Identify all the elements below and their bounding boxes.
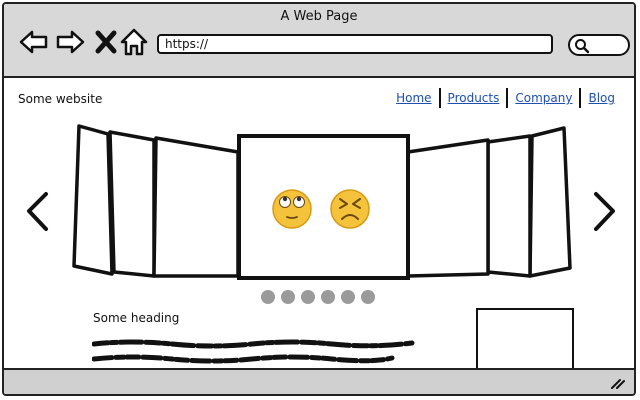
frustrated-emoji-icon <box>330 189 370 229</box>
title-bar: A Web Page https:// <box>4 4 634 78</box>
window-title: A Web Page <box>280 9 358 24</box>
forward-arrow-icon[interactable] <box>54 26 86 58</box>
carousel-panel-left-3[interactable] <box>72 124 114 276</box>
back-arrow-icon[interactable] <box>18 26 50 58</box>
address-bar[interactable]: https:// <box>157 34 553 54</box>
site-name: Some website <box>18 92 103 106</box>
carousel-panel-right-2[interactable] <box>486 134 532 278</box>
top-navigation: Home Products Company Blog <box>389 88 622 108</box>
eye-roll-emoji-icon <box>272 189 312 229</box>
carousel-dot[interactable] <box>301 290 315 304</box>
nav-home-link[interactable]: Home <box>389 91 438 105</box>
image-carousel <box>27 124 615 280</box>
carousel-dot[interactable] <box>321 290 335 304</box>
carousel-prev-chevron-icon[interactable] <box>27 192 48 231</box>
carousel-next-chevron-icon[interactable] <box>594 192 615 231</box>
carousel-panel-left-1[interactable] <box>152 136 240 278</box>
nav-blog-link[interactable]: Blog <box>581 91 622 105</box>
page-content: Some website Home Products Company Blog <box>4 78 634 378</box>
carousel-pagination <box>261 290 375 304</box>
placeholder-text-scribble <box>92 339 415 364</box>
status-bar <box>4 368 634 394</box>
resize-grip-icon[interactable] <box>608 374 626 390</box>
carousel-panel-right-3[interactable] <box>528 126 572 278</box>
carousel-dot[interactable] <box>281 290 295 304</box>
carousel-dot[interactable] <box>261 290 275 304</box>
carousel-panel-left-2[interactable] <box>108 130 156 278</box>
search-icon <box>575 39 590 54</box>
carousel-dot[interactable] <box>361 290 375 304</box>
browser-window: A Web Page https:// Some website Home Pr… <box>2 2 636 396</box>
carousel-dot[interactable] <box>341 290 355 304</box>
section-heading: Some heading <box>93 311 180 325</box>
search-box[interactable] <box>568 34 630 56</box>
nav-products-link[interactable]: Products <box>441 91 507 105</box>
carousel-panel-right-1[interactable] <box>406 138 490 278</box>
home-icon[interactable] <box>118 26 150 58</box>
nav-company-link[interactable]: Company <box>508 91 579 105</box>
carousel-panel-center[interactable] <box>237 134 410 280</box>
